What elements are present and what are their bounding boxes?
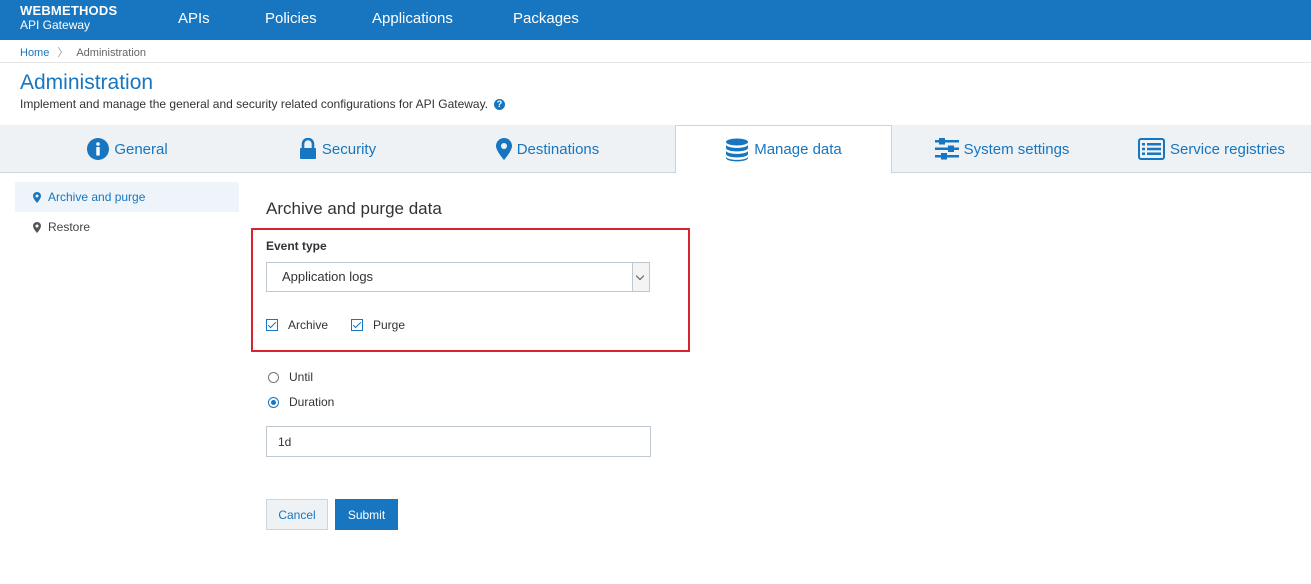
sidebar-item-archive-and-purge[interactable]: Archive and purge [15, 182, 239, 212]
list-icon [1137, 138, 1165, 160]
cancel-button[interactable]: Cancel [266, 499, 328, 530]
top-navbar: WEBMETHODS API Gateway APIs Policies App… [0, 0, 1311, 40]
page-title: Administration [20, 71, 154, 94]
tab-manage-data[interactable]: Manage data [675, 125, 892, 174]
nav-apis[interactable]: APIs [178, 10, 210, 27]
info-icon [87, 138, 110, 160]
until-label: Until [289, 370, 314, 384]
breadcrumb-separator: 〉 [57, 47, 69, 59]
tab-destinations-label: Destinations [516, 140, 600, 158]
nav-applications[interactable]: Applications [372, 10, 453, 27]
chevron-down-icon[interactable] [632, 263, 649, 291]
nav-packages[interactable]: Packages [513, 10, 579, 27]
duration-radio[interactable]: Duration [268, 395, 334, 409]
event-type-value: Application logs [282, 269, 374, 284]
admin-tabbar: General Security Destinations Manage dat… [0, 125, 1311, 174]
breadcrumb-home[interactable]: Home [20, 47, 49, 59]
tab-general[interactable]: General [0, 125, 255, 173]
archive-checkbox[interactable]: Archive [266, 318, 328, 332]
brand-logo[interactable]: WEBMETHODS API Gateway [20, 3, 118, 33]
tab-service-registries[interactable]: Service registries [1112, 125, 1311, 173]
tab-security[interactable]: Security [255, 125, 420, 173]
sidebar-item-restore[interactable]: Restore [15, 212, 239, 242]
tab-manage-data-label: Manage data [754, 141, 842, 158]
checkbox-checked-icon[interactable] [266, 319, 278, 331]
duration-label: Duration [289, 395, 335, 409]
archive-label: Archive [288, 318, 329, 332]
help-icon[interactable]: ? [494, 99, 506, 110]
lock-icon [299, 138, 316, 159]
checkbox-checked-icon[interactable] [351, 319, 363, 331]
map-pin-icon [495, 138, 512, 160]
breadcrumb-divider [0, 62, 1311, 63]
submit-button[interactable]: Submit [335, 499, 398, 530]
breadcrumb: Home 〉 Administration [20, 44, 146, 60]
event-type-label: Event type [266, 239, 327, 253]
purge-checkbox[interactable]: Purge [351, 318, 405, 332]
breadcrumb-current: Administration [76, 47, 147, 59]
duration-input[interactable] [266, 426, 651, 457]
radio-checked-icon[interactable] [268, 396, 279, 408]
sidebar-item-label: Archive and purge [48, 190, 146, 204]
purge-label: Purge [373, 318, 406, 332]
tab-service-registries-label: Service registries [1169, 140, 1286, 158]
tab-destinations[interactable]: Destinations [420, 125, 675, 173]
until-radio[interactable]: Until [268, 370, 313, 384]
database-icon [726, 138, 749, 161]
brand-product: API Gateway [20, 18, 91, 32]
event-type-select[interactable]: Application logs [266, 262, 650, 292]
tab-system-settings[interactable]: System settings [892, 125, 1112, 173]
map-pin-icon [33, 191, 41, 203]
map-pin-icon [33, 221, 41, 233]
nav-policies[interactable]: Policies [265, 10, 317, 27]
section-title: Archive and purge data [266, 199, 442, 218]
tab-security-label: Security [321, 140, 377, 158]
sliders-icon [934, 138, 959, 160]
page-description: Implement and manage the general and sec… [20, 97, 506, 111]
brand-name: WEBMETHODS [20, 3, 118, 18]
tab-system-settings-label: System settings [963, 140, 1070, 158]
radio-unchecked-icon[interactable] [268, 371, 279, 383]
tab-general-label: General [114, 140, 168, 158]
page-description-text: Implement and manage the general and sec… [20, 97, 489, 111]
sidebar-item-label: Restore [48, 220, 91, 234]
